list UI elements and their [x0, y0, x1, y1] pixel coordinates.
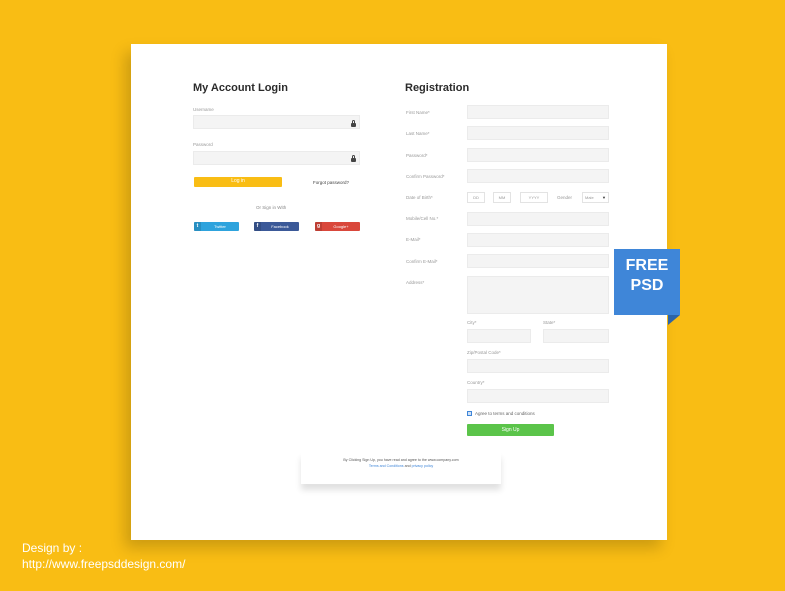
- username-input[interactable]: [193, 115, 360, 129]
- gender-select[interactable]: Male ▼: [582, 192, 609, 203]
- registration-title: Registration: [405, 82, 470, 94]
- badge-line-1: FREE: [625, 257, 669, 274]
- confirm-email-label: Confirm E-Mail*: [406, 259, 438, 264]
- username-label: Username: [193, 107, 214, 112]
- agree-label: Agree to terms and conditions: [475, 411, 535, 416]
- terms-and-text: and: [404, 464, 411, 468]
- dob-label: Date of Birth*: [406, 195, 433, 200]
- twitter-button[interactable]: t Twitter: [194, 222, 239, 231]
- address-textarea[interactable]: [467, 276, 609, 314]
- google-plus-button[interactable]: g Google+: [315, 222, 360, 231]
- last-name-input[interactable]: [467, 126, 609, 140]
- dob-month-field[interactable]: MM: [493, 192, 511, 203]
- mobile-input[interactable]: [467, 212, 609, 226]
- login-button[interactable]: Log in: [194, 177, 282, 187]
- dob-day-field[interactable]: DD: [467, 192, 485, 203]
- state-label: State*: [543, 320, 556, 325]
- twitter-icon: t: [194, 222, 201, 231]
- first-name-input[interactable]: [467, 105, 609, 119]
- facebook-icon: f: [254, 222, 261, 231]
- badge-line-2: PSD: [630, 277, 664, 294]
- mobile-label: Mobile/Cell No.*: [406, 216, 439, 221]
- facebook-label: Facebook: [271, 224, 289, 229]
- gender-value: Male: [585, 195, 594, 200]
- lock-icon: [351, 155, 356, 162]
- reg-password-label: Password*: [406, 153, 428, 158]
- forgot-password-link[interactable]: Forgot password?: [313, 180, 349, 185]
- terms-note: By Clicking Sign Up, you have read and a…: [301, 452, 501, 484]
- or-sign-in-with: Or Sign in With: [256, 205, 287, 210]
- address-label: Address*: [406, 280, 425, 285]
- chevron-down-icon: ▼: [602, 195, 606, 200]
- login-title: My Account Login: [193, 82, 288, 94]
- lock-icon: [351, 120, 356, 127]
- city-label: City*: [467, 320, 477, 325]
- reg-password-input[interactable]: [467, 148, 609, 162]
- email-input[interactable]: [467, 233, 609, 247]
- zip-input[interactable]: [467, 359, 609, 373]
- email-label: E-Mail*: [406, 237, 421, 242]
- zip-label: Zip/Postal Code*: [467, 350, 501, 355]
- confirm-password-input[interactable]: [467, 169, 609, 183]
- password-label: Password: [193, 142, 213, 147]
- state-input[interactable]: [543, 329, 609, 343]
- free-psd-badge: FREE PSD: [614, 249, 680, 325]
- dob-year-field[interactable]: YYYY: [520, 192, 548, 203]
- confirm-email-input[interactable]: [467, 254, 609, 268]
- design-credit-url[interactable]: http://www.freepsddesign.com/: [22, 557, 185, 571]
- gender-label: Gender: [557, 195, 573, 200]
- first-name-label: First Name*: [406, 110, 430, 115]
- country-label: Country*: [467, 380, 485, 385]
- sign-up-button[interactable]: Sign Up: [467, 424, 554, 436]
- agree-checkbox[interactable]: [467, 411, 472, 416]
- google-plus-label: Google+: [333, 224, 349, 229]
- design-credit-label: Design by :: [22, 541, 83, 555]
- privacy-link[interactable]: privacy policy: [412, 464, 434, 468]
- country-input[interactable]: [467, 389, 609, 403]
- last-name-label: Last Name*: [406, 131, 430, 136]
- city-input[interactable]: [467, 329, 531, 343]
- twitter-label: Twitter: [214, 224, 226, 229]
- google-plus-icon: g: [315, 222, 322, 231]
- password-input[interactable]: [193, 151, 360, 165]
- confirm-password-label: Confirm Password*: [406, 174, 445, 179]
- facebook-button[interactable]: f Facebook: [254, 222, 299, 231]
- terms-link[interactable]: Terms and Conditions: [369, 464, 404, 468]
